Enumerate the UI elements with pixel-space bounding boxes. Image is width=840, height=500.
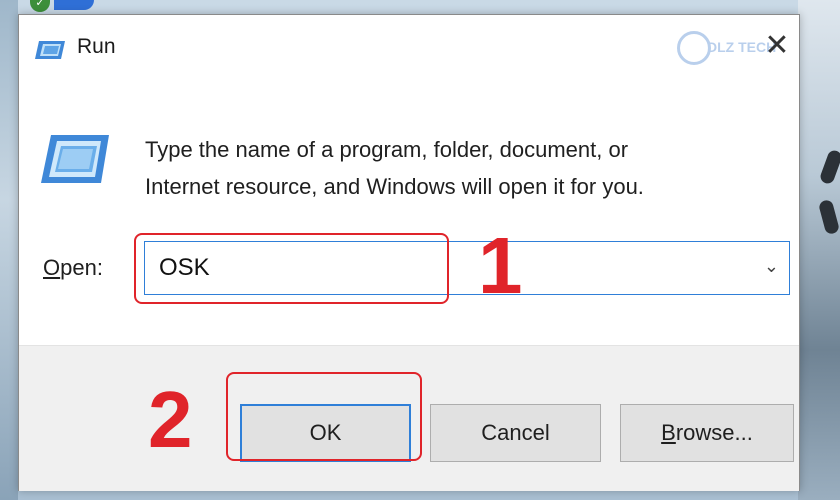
open-label: Open: bbox=[43, 255, 103, 281]
browse-button[interactable]: Browse... bbox=[620, 404, 794, 462]
desktop-blue-shape bbox=[54, 0, 94, 10]
desktop-background-right bbox=[798, 0, 840, 500]
chevron-down-icon[interactable]: ⌄ bbox=[764, 256, 779, 277]
open-input[interactable]: OSK bbox=[159, 254, 210, 282]
browse-accesskey: B bbox=[661, 420, 676, 445]
title-bar: Run DLZ TECH ✕ bbox=[19, 15, 799, 81]
ok-button[interactable]: OK bbox=[240, 404, 411, 462]
annotation-step-2: 2 bbox=[148, 375, 193, 464]
close-icon: ✕ bbox=[764, 28, 790, 63]
watermark-circle-icon bbox=[677, 31, 711, 65]
run-large-icon bbox=[41, 135, 109, 183]
run-icon bbox=[35, 41, 65, 59]
cancel-button[interactable]: Cancel bbox=[430, 404, 601, 462]
button-bar: OK Cancel Browse... bbox=[19, 345, 799, 491]
description-line-1: Type the name of a program, folder, docu… bbox=[145, 137, 629, 162]
open-combobox[interactable]: OSK ⌄ bbox=[144, 241, 790, 295]
bird-silhouette bbox=[818, 148, 840, 186]
bird-silhouette bbox=[817, 198, 840, 236]
description-line-2: Internet resource, and Windows will open… bbox=[145, 174, 644, 199]
close-button[interactable]: ✕ bbox=[759, 29, 795, 65]
open-label-text: pen: bbox=[60, 255, 103, 280]
annotation-step-1: 1 bbox=[478, 221, 523, 310]
window-title: Run bbox=[77, 35, 116, 58]
desktop-background-left bbox=[0, 0, 18, 500]
open-label-accesskey: O bbox=[43, 255, 61, 280]
run-dialog: Run DLZ TECH ✕ Type the name of a progra… bbox=[18, 14, 800, 491]
dialog-description: Type the name of a program, folder, docu… bbox=[145, 131, 765, 205]
browse-label: rowse... bbox=[675, 420, 753, 445]
desktop-check-icon: ✓ bbox=[30, 0, 50, 12]
